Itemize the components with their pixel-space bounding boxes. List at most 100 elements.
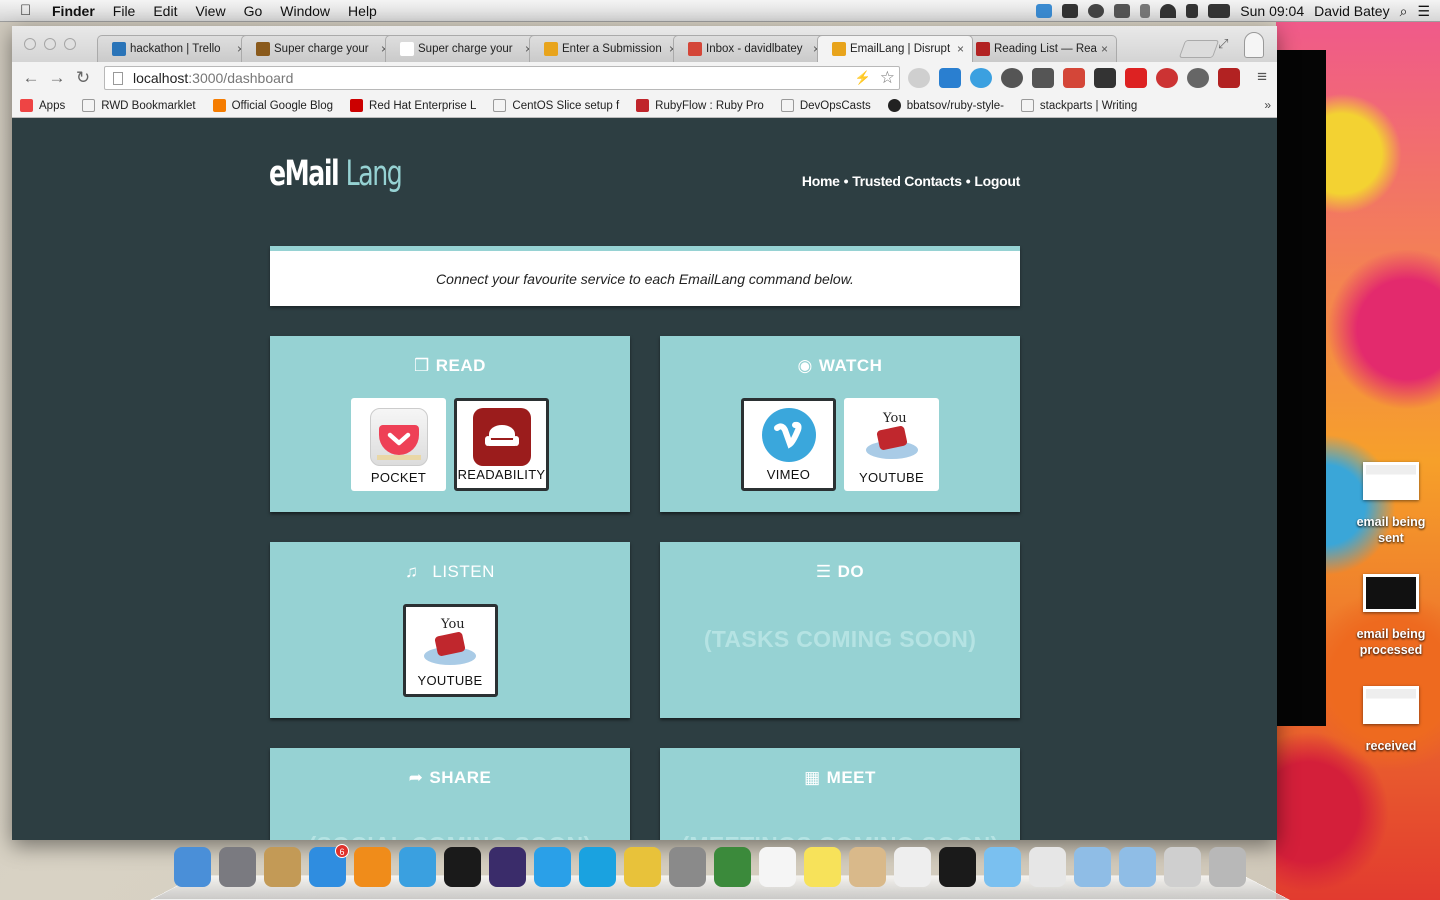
bookmark-item[interactable]: stackparts | Writing (1020, 99, 1137, 112)
close-tab-icon[interactable]: × (957, 42, 964, 56)
buffer-extension-icon[interactable] (1094, 68, 1116, 88)
trash-icon[interactable] (1209, 847, 1246, 887)
x11-icon[interactable] (1029, 847, 1066, 887)
browser-tab[interactable]: hackathon | Trello × (97, 35, 253, 62)
pocket-status-icon[interactable] (1114, 4, 1131, 18)
url-text[interactable]: localhost:3000/dashboard (133, 70, 293, 86)
chrome-menu-icon[interactable]: ≡ (1257, 67, 1267, 87)
desktop-screenshot-file[interactable]: received (1347, 686, 1435, 754)
twitter-icon[interactable] (534, 847, 571, 887)
apple-menu-icon[interactable]:  (20, 3, 40, 18)
downloads-folder-icon[interactable] (1119, 847, 1156, 887)
reload-icon[interactable]: ↻ (70, 68, 96, 88)
todo-icon[interactable] (894, 847, 931, 887)
pocket-extension-icon[interactable] (1032, 68, 1054, 88)
gmail-extension-icon[interactable] (1063, 68, 1085, 88)
menu-help[interactable]: Help (348, 3, 377, 19)
notification-center-icon[interactable]: ☰ (1417, 3, 1430, 20)
safari-icon[interactable] (399, 847, 436, 887)
nav-home-link[interactable]: Home (802, 173, 840, 189)
spotify-icon[interactable] (444, 847, 481, 887)
system-preferences-icon[interactable] (669, 847, 706, 887)
youtube-service-button[interactable]: You YOUTUBE (844, 398, 939, 491)
bookmark-item[interactable]: Red Hat Enterprise L (350, 99, 476, 112)
minimize-window-button[interactable] (44, 38, 56, 50)
hat-icon[interactable] (1062, 4, 1079, 18)
app-status-icon[interactable] (1088, 4, 1105, 18)
desktop-screenshot-file[interactable]: email being processed (1347, 574, 1435, 658)
battery-icon[interactable] (1208, 4, 1231, 18)
ibooks-icon[interactable] (354, 847, 391, 887)
bluetooth-icon[interactable] (1140, 4, 1151, 18)
bookmark-apps[interactable]: Apps (20, 99, 65, 112)
nav-trusted-contacts-link[interactable]: Trusted Contacts (852, 173, 962, 189)
menu-go[interactable]: Go (244, 3, 263, 19)
text-file-icon[interactable] (759, 847, 796, 887)
volume-icon[interactable] (1186, 4, 1199, 18)
pocket-service-button[interactable]: POCKET (351, 398, 446, 491)
menu-view[interactable]: View (195, 3, 225, 19)
dark-extension-icon[interactable] (1187, 68, 1209, 88)
close-tab-icon[interactable]: × (1101, 42, 1108, 56)
back-arrow-icon[interactable]: ← (18, 68, 44, 88)
vimeo-service-button[interactable]: VIMEO (741, 398, 836, 491)
bookmark-item[interactable]: bbatsov/ruby-style- (887, 99, 1004, 112)
forward-arrow-icon[interactable]: → (44, 68, 70, 88)
folder-icon[interactable] (1074, 847, 1111, 887)
address-bar[interactable]: localhost:3000/dashboard ⚡ ☆ (104, 66, 900, 90)
browser-tab-active[interactable]: EmailLang | Disrupt × (817, 35, 973, 62)
finder-icon[interactable] (174, 847, 211, 887)
spotlight-icon[interactable]: ⌕ (1400, 3, 1408, 20)
close-window-button[interactable] (24, 38, 36, 50)
messages-icon[interactable] (984, 847, 1021, 887)
bookmark-item[interactable]: RubyFlow : Ruby Pro (636, 99, 764, 112)
menu-file[interactable]: File (113, 3, 136, 19)
browser-tab[interactable]: Super charge your × (385, 35, 541, 62)
eclipse-icon[interactable] (489, 847, 526, 887)
browser-tab[interactable]: Super charge your × (241, 35, 397, 62)
readability-extension-icon[interactable] (1218, 68, 1240, 88)
bookmark-item[interactable]: CentOS Slice setup f (493, 99, 619, 112)
zoom-window-button[interactable] (64, 38, 76, 50)
bolt-icon[interactable]: ⚡ (855, 70, 871, 86)
desktop-screenshot-file[interactable]: email being sent (1347, 462, 1435, 546)
new-tab-button[interactable] (1178, 40, 1220, 58)
readability-service-button[interactable]: READABILITY (454, 398, 549, 491)
app-menu[interactable]: Finder (52, 3, 95, 19)
bookmark-item[interactable]: RWD Bookmarklet (82, 99, 196, 112)
screenshot-stack-icon[interactable] (1164, 847, 1201, 887)
bookmarks-overflow-icon[interactable]: » (1264, 98, 1271, 112)
bookmark-item[interactable]: Official Google Blog (212, 99, 333, 112)
browser-tab[interactable]: Inbox - davidlbatey × (673, 35, 829, 62)
preview-icon[interactable] (849, 847, 886, 887)
sync-icon[interactable] (1036, 4, 1053, 18)
color-extension-icon[interactable] (1156, 68, 1178, 88)
textmate-icon[interactable] (714, 847, 751, 887)
gear-extension-icon[interactable] (1001, 68, 1023, 88)
timer-extension-icon[interactable] (1125, 68, 1147, 88)
user-name[interactable]: David Batey (1314, 3, 1389, 19)
check-extension-icon[interactable] (970, 68, 992, 88)
menu-edit[interactable]: Edit (153, 3, 177, 19)
fullscreen-icon[interactable]: ⤢ (1218, 36, 1228, 52)
profile-avatar-icon[interactable] (1244, 32, 1264, 58)
menu-window[interactable]: Window (280, 3, 330, 19)
youtube-service-button[interactable]: You YOUTUBE (402, 604, 498, 697)
wifi-icon[interactable] (1160, 4, 1177, 18)
mail-bird-icon[interactable] (264, 847, 301, 887)
site-logo[interactable]: eMail Lang (269, 154, 403, 194)
nav-logout-link[interactable]: Logout (974, 173, 1020, 189)
bookmark-item[interactable]: DevOpsCasts (780, 99, 871, 112)
chrome-icon[interactable] (624, 847, 661, 887)
calendar-extension-icon[interactable] (939, 68, 961, 88)
browser-tab[interactable]: Enter a Submission × (529, 35, 685, 62)
bookmark-star-icon[interactable]: ☆ (880, 68, 895, 88)
launchpad-icon[interactable] (219, 847, 256, 887)
clock[interactable]: Sun 09:04 (1240, 3, 1304, 19)
terminal-icon[interactable] (939, 847, 976, 887)
app-store-icon[interactable]: 6 (309, 844, 349, 887)
stickies-icon[interactable] (804, 847, 841, 887)
skype-icon[interactable] (579, 847, 616, 887)
globe-extension-icon[interactable] (908, 68, 930, 88)
browser-tab[interactable]: Reading List — Rea × (961, 35, 1117, 62)
